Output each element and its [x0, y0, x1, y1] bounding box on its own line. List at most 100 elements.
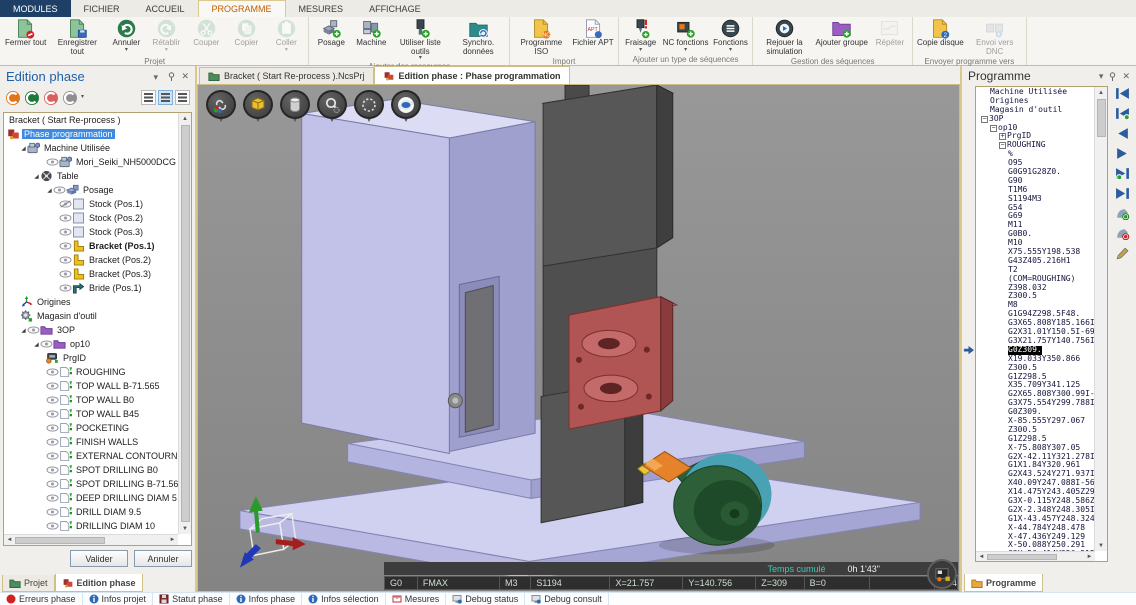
go-last-button[interactable] — [1115, 187, 1130, 200]
dropdown-caret-icon[interactable]: ▾ — [367, 119, 370, 124]
ribbon-tab-modules[interactable]: MODULES — [0, 0, 71, 17]
go-first-button[interactable] — [1115, 87, 1130, 100]
dropdown-caret-icon[interactable]: ▾ — [293, 119, 296, 124]
copie-disque-button[interactable]: 2Copie disque — [915, 17, 966, 49]
scroll-up-icon[interactable]: ▲ — [1096, 87, 1107, 98]
status-mesures[interactable]: Mesures — [386, 593, 447, 605]
fermer-tout-button[interactable]: Fermer tout — [3, 17, 48, 49]
ajouter-groupe-button[interactable]: Ajouter groupe — [813, 17, 869, 49]
list-small-view-button[interactable] — [175, 90, 190, 105]
gcode-line[interactable]: G90 — [978, 177, 1095, 186]
fonctions-button[interactable]: Fonctions▾ — [710, 17, 750, 54]
tree-item-origines[interactable]: Origines — [4, 295, 178, 309]
scrollbar-thumb[interactable] — [1097, 99, 1106, 137]
tree-item-mori-seiki-nh5000dcg[interactable]: Mori_Seiki_NH5000DCG — [4, 155, 178, 169]
panel-dropdown-icon[interactable]: ▾ — [1099, 71, 1104, 82]
viewport-selection-link-button[interactable]: ▾ — [206, 90, 236, 124]
ribbon-tab-fichier[interactable]: FICHIER — [71, 0, 133, 17]
panel-pin-icon[interactable] — [167, 72, 176, 81]
panel-pin-icon[interactable] — [1108, 72, 1117, 81]
gcode-horizontal-scrollbar[interactable]: ◄ ► — [976, 551, 1095, 561]
annuler-button[interactable]: Annuler▾ — [106, 17, 146, 54]
tree-item-roughing[interactable]: ROUGHING — [4, 365, 178, 379]
tree-item-stock-pos-1[interactable]: Stock (Pos.1) — [4, 197, 178, 211]
envoi-vers-dnc-button[interactable]: Envoi vers DNC — [966, 17, 1024, 57]
tree-item-top-wall-b0[interactable]: TOP WALL B0 — [4, 393, 178, 407]
panel-close-icon[interactable]: ✕ — [181, 71, 189, 82]
status-erreurs-phase[interactable]: Erreurs phase — [0, 593, 83, 605]
status-infos-phase[interactable]: Infos phase — [230, 593, 303, 605]
status-infos-selection[interactable]: Infos sélection — [302, 593, 386, 605]
ribbon-tab-mesures[interactable]: MESURES — [286, 0, 357, 17]
ribbon-tab-accueil[interactable]: ACCUEIL — [133, 0, 198, 17]
tree-horizontal-scrollbar[interactable]: ◄ ► — [4, 534, 178, 545]
tree-item-drilling-diam-10[interactable]: DRILLING DIAM 10 — [4, 519, 178, 533]
step-back-button[interactable] — [1115, 127, 1130, 140]
edit-line-button[interactable] — [1115, 247, 1130, 260]
gcode-line[interactable]: S1194M3 — [978, 195, 1095, 204]
gcode-line[interactable]: M11 — [978, 221, 1095, 230]
tree-item-op10[interactable]: op10 — [4, 337, 178, 351]
collapse-icon[interactable]: − — [981, 116, 988, 123]
list-large-view-button[interactable] — [141, 90, 156, 105]
tree-item-external-contourni[interactable]: EXTERNAL CONTOURNI — [4, 449, 178, 463]
nc-fonctions-button[interactable]: NC fonctions▾ — [661, 17, 711, 54]
tree-item-prgid[interactable]: PrgID — [4, 351, 178, 365]
gcode-line[interactable]: % — [978, 150, 1095, 159]
machine-button[interactable]: Machine — [351, 17, 391, 49]
posage-button[interactable]: Posage — [311, 17, 351, 49]
status-infos-projet[interactable]: Infos projet — [83, 593, 154, 605]
fraisage-button[interactable]: Fraisage▾ — [621, 17, 661, 54]
gcode-vertical-scrollbar[interactable]: ▲ ▼ — [1094, 87, 1107, 551]
tree-item-phase-programmation[interactable]: Phase programmation — [4, 127, 178, 141]
status-debug-status[interactable]: Debug status — [446, 593, 525, 605]
tree-item-finish-walls[interactable]: FINISH WALLS — [4, 435, 178, 449]
machine-3d-scene[interactable] — [198, 85, 959, 591]
synchro-donnees-button[interactable]: Synchro. données — [449, 17, 507, 57]
gcode-line[interactable]: G69 — [978, 212, 1095, 221]
list-detail-view-button[interactable] — [158, 90, 173, 105]
viewport-simulation-sync-button[interactable]: ▾ — [391, 90, 421, 124]
gcode-line[interactable]: G54 — [978, 204, 1095, 213]
gcode-listing[interactable]: Machine UtiliséeOriginesMagasin d'outil−… — [978, 88, 1095, 551]
tab-projet[interactable]: Projet — [2, 575, 55, 592]
tree-item-spot-drilling-b0[interactable]: SPOT DRILLING B0 — [4, 463, 178, 477]
utiliser-liste-outils-button[interactable]: Utiliser liste outils▾ — [391, 17, 449, 62]
status-debug-consult[interactable]: Debug consult — [525, 593, 609, 605]
tree-item-magasin-d-outil[interactable]: Magasin d'outil — [4, 309, 178, 323]
viewport-stock-view-button[interactable]: ▾ — [280, 90, 310, 124]
step-forward-button[interactable] — [1115, 147, 1130, 160]
breakpoint-off-button[interactable] — [1115, 227, 1130, 240]
ribbon-tab-affichage[interactable]: AFFICHAGE — [356, 0, 434, 17]
scroll-down-icon[interactable]: ▼ — [180, 523, 191, 534]
collapse-icon[interactable]: − — [990, 125, 997, 132]
tab-programme[interactable]: Programme — [964, 574, 1043, 592]
scroll-right-icon[interactable]: ► — [167, 535, 178, 546]
scrollbar-thumb[interactable] — [181, 125, 190, 522]
tree-item-machine-utilisee[interactable]: Machine Utilisée — [4, 141, 178, 155]
tree-item-pocketing[interactable]: POCKETING — [4, 421, 178, 435]
machine-monitor-button[interactable] — [927, 559, 957, 589]
dropdown-caret-icon[interactable]: ▾ — [330, 119, 333, 124]
gcode-line[interactable]: −3OP — [978, 115, 1095, 124]
tree-item-bride-pos-1[interactable]: Bride (Pos.1) — [4, 281, 178, 295]
viewport-tab-bracket-start-re-process-ncsprj[interactable]: Bracket ( Start Re-process ).NcsPrj — [199, 67, 374, 84]
dropdown-caret-icon[interactable]: ▾ — [256, 119, 259, 124]
phase-red-button[interactable] — [43, 90, 59, 106]
scrollbar-thumb[interactable] — [987, 554, 1057, 560]
repeter-button[interactable]: Répéter — [870, 17, 910, 49]
valider-button[interactable]: Valider — [70, 550, 128, 567]
retablir-button[interactable]: Rétablir▾ — [146, 17, 186, 54]
viewport-select-loop-button[interactable]: ▾ — [354, 90, 384, 124]
panel-close-icon[interactable]: ✕ — [1122, 71, 1130, 82]
tree-item-posage[interactable]: Posage — [4, 183, 178, 197]
phase-orange-button[interactable] — [5, 90, 21, 106]
expand-icon[interactable]: + — [999, 133, 1006, 140]
tree-root-label[interactable]: Bracket ( Start Re-process ) — [4, 113, 178, 127]
couper-button[interactable]: Couper — [186, 17, 226, 49]
tree-item-deep-drilling-diam-5[interactable]: DEEP DRILLING DIAM 5 — [4, 491, 178, 505]
tree-item-3op[interactable]: 3OP — [4, 323, 178, 337]
tree-item-table[interactable]: Table — [4, 169, 178, 183]
replay-from-start-button[interactable] — [1115, 107, 1130, 120]
phase-green-button[interactable] — [24, 90, 40, 106]
